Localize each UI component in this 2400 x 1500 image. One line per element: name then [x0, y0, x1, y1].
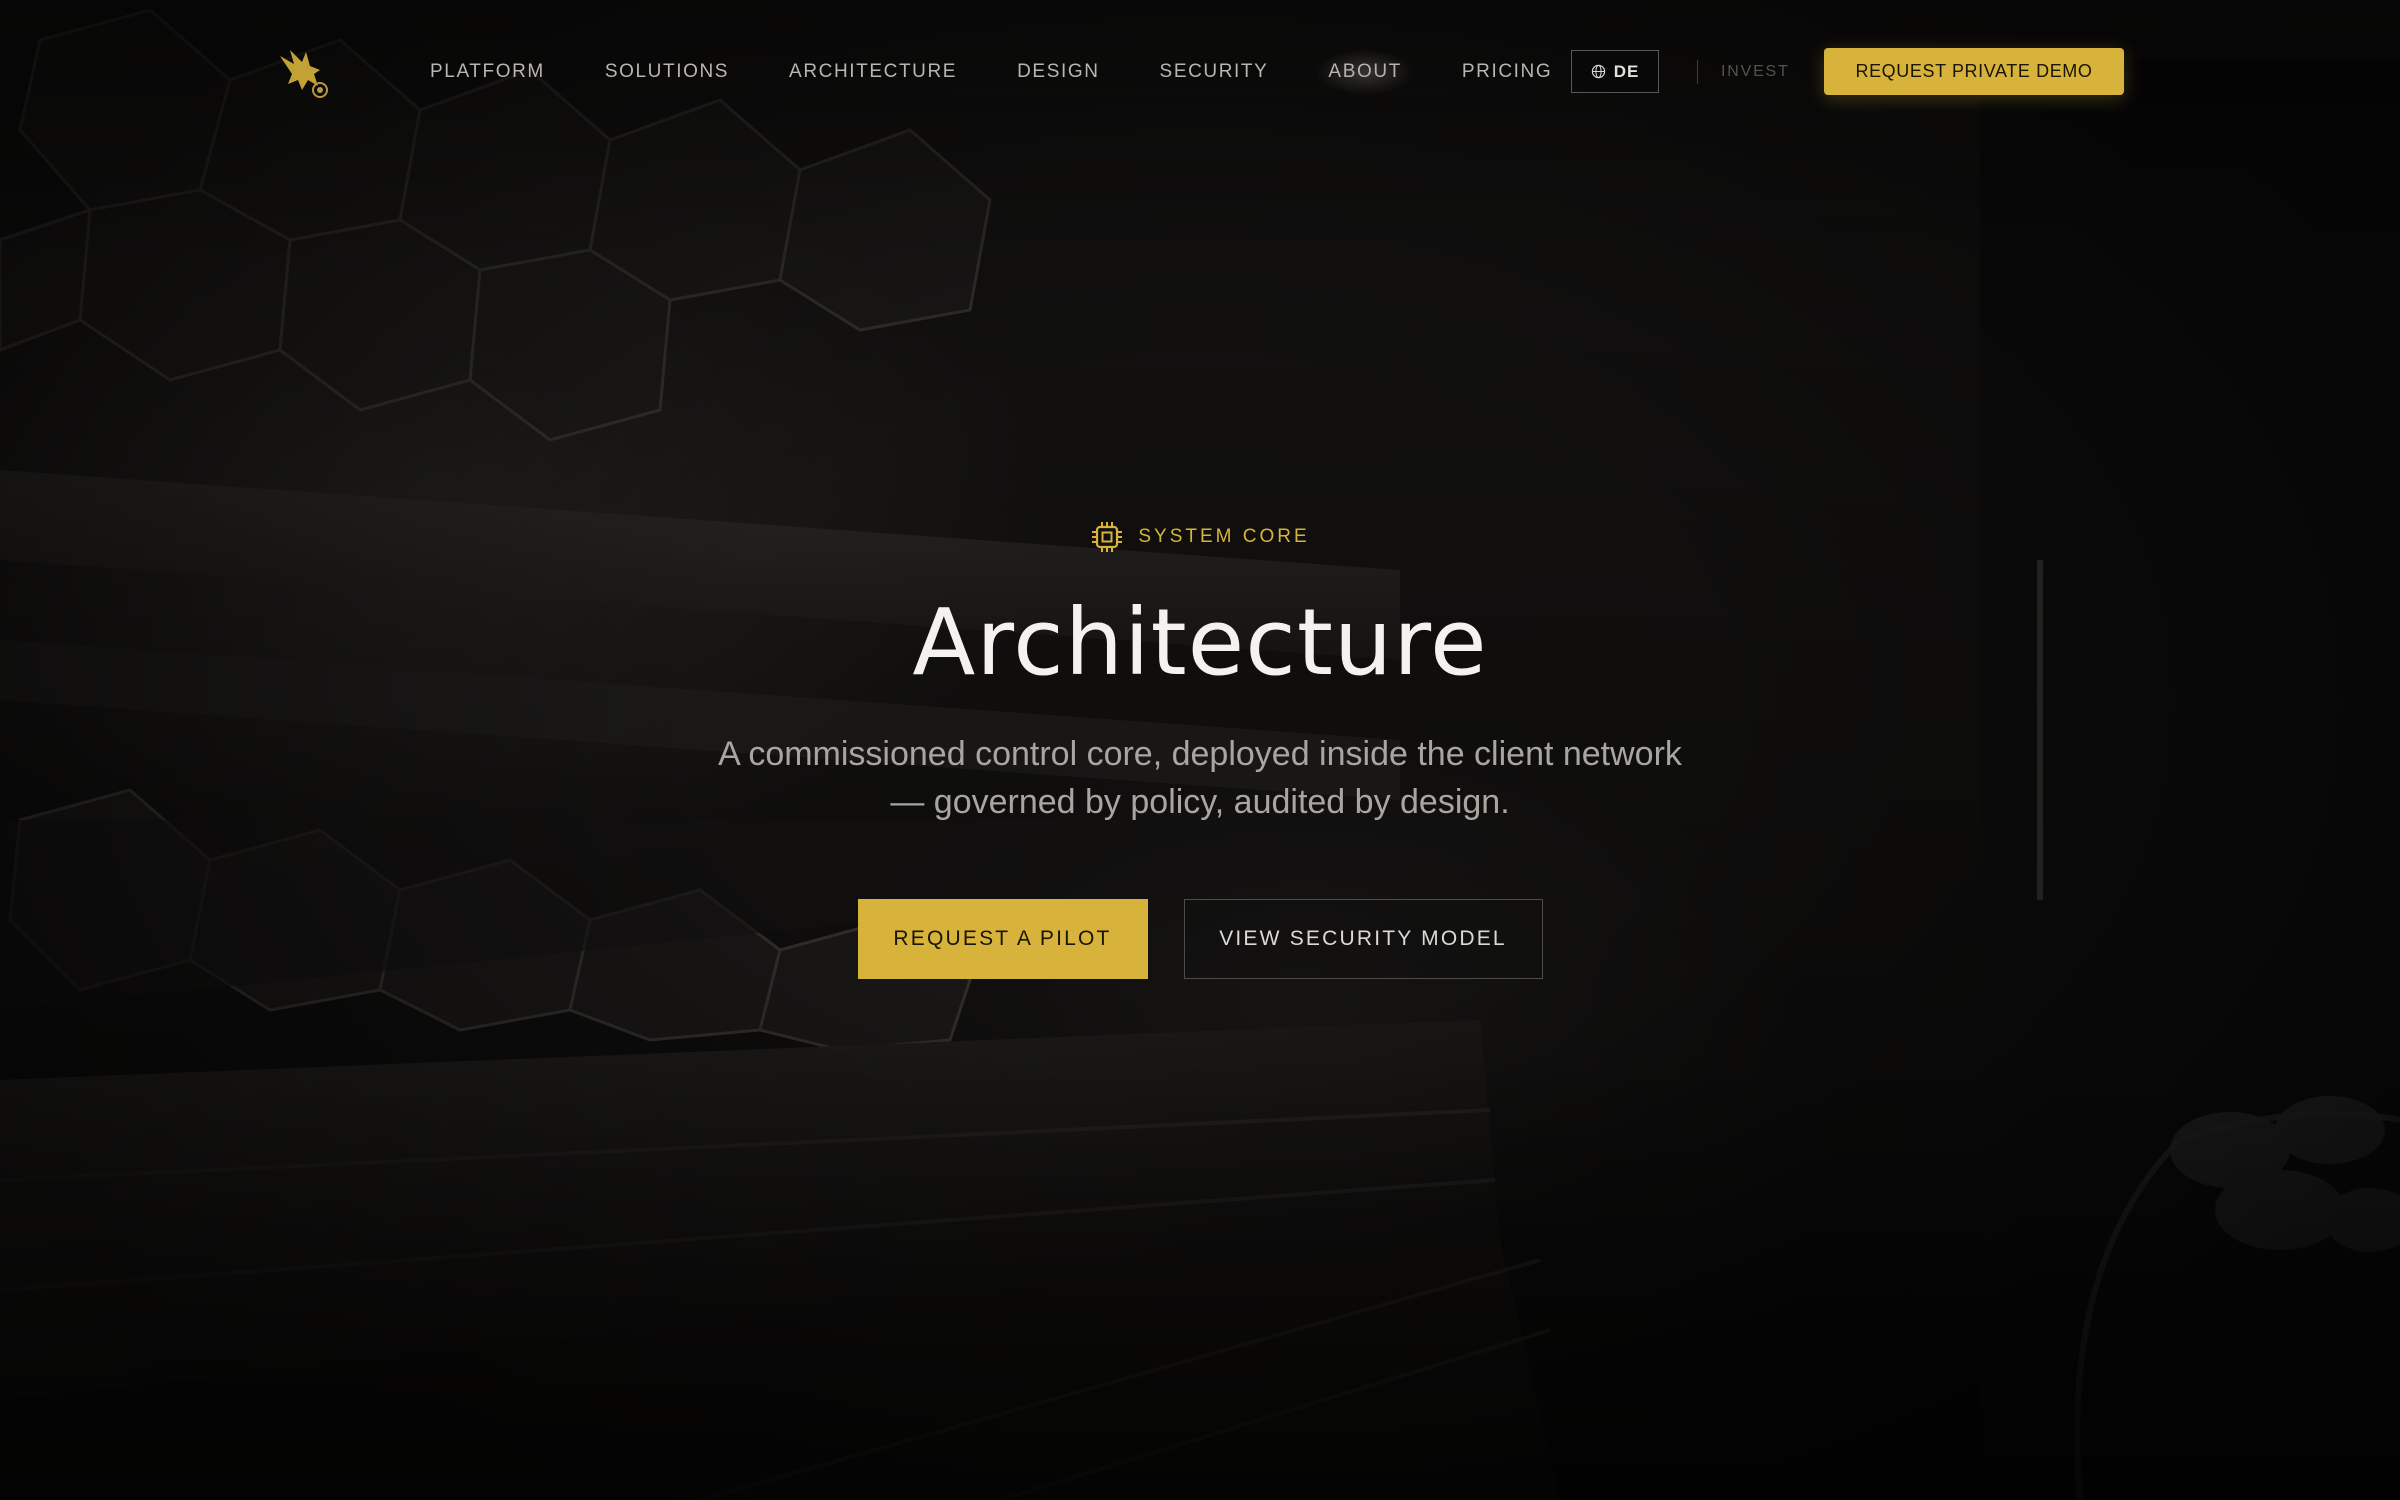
top-navigation: PLATFORM SOLUTIONS ARCHITECTURE DESIGN S…	[0, 0, 2400, 144]
nav-link-security[interactable]: SECURITY	[1130, 50, 1299, 94]
invest-link[interactable]: INVEST	[1721, 50, 1790, 94]
nav-link-solutions[interactable]: SOLUTIONS	[575, 50, 759, 94]
nav-link-pricing[interactable]: PRICING	[1432, 50, 1582, 94]
page-title: Architecture	[912, 589, 1488, 696]
language-label: DE	[1613, 61, 1640, 81]
main-menu: PLATFORM SOLUTIONS ARCHITECTURE DESIGN S…	[400, 50, 1582, 94]
nav-link-platform[interactable]: PLATFORM	[400, 50, 575, 94]
hero-actions: REQUEST A PILOT VIEW SECURITY MODEL	[0, 899, 2400, 979]
request-pilot-label: REQUEST A PILOT	[893, 927, 1112, 950]
griffin-logo-icon[interactable]	[272, 44, 332, 100]
view-security-model-button[interactable]: VIEW SECURITY MODEL	[1183, 899, 1543, 979]
hero-subtitle: A commissioned control core, deployed in…	[600, 730, 1800, 826]
language-switcher[interactable]: DE	[1571, 50, 1659, 93]
chip-icon	[1092, 522, 1123, 552]
nav-link-design[interactable]: DESIGN	[987, 50, 1129, 94]
eyebrow-label: SYSTEM CORE	[1138, 526, 1310, 547]
view-security-model-label: VIEW SECURITY MODEL	[1219, 927, 1507, 950]
hero-subtitle-line-1: A commissioned control core, deployed in…	[718, 735, 1682, 773]
section-eyebrow: SYSTEM CORE	[0, 520, 2400, 554]
globe-icon	[1591, 64, 1605, 79]
hero-subtitle-line-2: — governed by policy, audited by design.	[890, 783, 1510, 821]
request-pilot-button[interactable]: REQUEST A PILOT	[857, 899, 1148, 979]
request-private-demo-label: REQUEST PRIVATE DEMO	[1855, 61, 2093, 81]
request-private-demo-button[interactable]: REQUEST PRIVATE DEMO	[1824, 48, 2124, 95]
nav-link-architecture[interactable]: ARCHITECTURE	[759, 50, 987, 94]
nav-divider	[1697, 60, 1698, 84]
nav-link-about[interactable]: ABOUT	[1298, 50, 1431, 94]
